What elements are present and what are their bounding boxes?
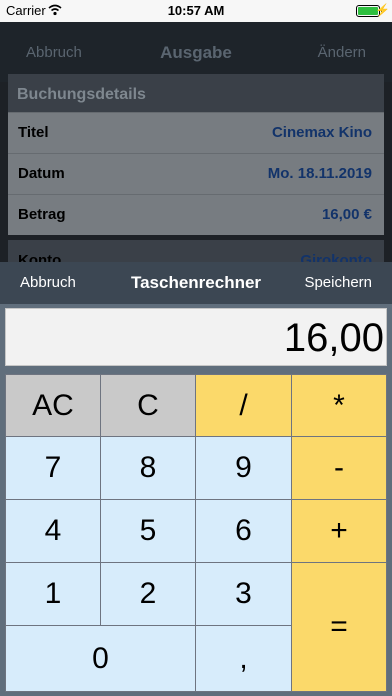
row-value: Mo. 18.11.2019 (267, 165, 372, 182)
detail-row-amount[interactable]: Betrag 16,00 € (8, 194, 384, 235)
row-value: Girokonto (300, 252, 372, 262)
divide-key[interactable]: / (195, 374, 292, 437)
calculator-display: 16,00 (5, 308, 387, 366)
charging-icon: ⚡ (375, 3, 390, 17)
detail-row-date[interactable]: Datum Mo. 18.11.2019 (8, 153, 384, 194)
calculator-save-button[interactable]: Speichern (304, 274, 372, 291)
row-value: 16,00 € (321, 206, 372, 223)
digit-1-key[interactable]: 1 (5, 562, 101, 626)
multiply-key[interactable]: * (291, 374, 387, 437)
digit-4-key[interactable]: 4 (5, 499, 101, 563)
digit-2-key[interactable]: 2 (100, 562, 196, 626)
equals-key[interactable]: = (291, 562, 387, 692)
digit-7-key[interactable]: 7 (5, 436, 101, 500)
clear-key[interactable]: C (100, 374, 196, 437)
detail-row-title[interactable]: Titel Cinemax Kino (8, 112, 384, 153)
clock: 10:57 AM (167, 3, 225, 18)
subtract-key[interactable]: - (291, 436, 387, 500)
status-bar: Carrier 10:57 AM ⚡ (0, 0, 392, 22)
row-label: Titel (18, 124, 49, 141)
decimal-comma-key[interactable]: , (195, 625, 292, 692)
calculator-toolbar: Abbruch Taschenrechner Speichern (0, 262, 392, 304)
digit-6-key[interactable]: 6 (195, 499, 292, 563)
keypad: AC C / * 7 8 9 - 4 5 6 + 1 2 3 = 0 , (5, 374, 387, 692)
nav-bar: Abbruch Ausgabe Ändern (0, 22, 392, 82)
digit-8-key[interactable]: 8 (100, 436, 196, 500)
digit-5-key[interactable]: 5 (100, 499, 196, 563)
detail-row-account[interactable]: Konto Girokonto (8, 240, 384, 262)
row-label: Betrag (18, 206, 66, 223)
section-header: Buchungsdetails (8, 74, 384, 112)
row-label: Datum (18, 165, 65, 182)
booking-details-section: Buchungsdetails Titel Cinemax Kino Datum… (8, 74, 384, 235)
all-clear-key[interactable]: AC (5, 374, 101, 437)
row-label: Konto (18, 252, 62, 262)
add-key[interactable]: + (291, 499, 387, 563)
nav-edit-button[interactable]: Ändern (318, 44, 366, 61)
digit-0-key[interactable]: 0 (5, 625, 196, 692)
row-value: Cinemax Kino (271, 124, 372, 141)
digit-3-key[interactable]: 3 (195, 562, 292, 626)
digit-9-key[interactable]: 9 (195, 436, 292, 500)
calculator-sheet: Abbruch Taschenrechner Speichern 16,00 A… (0, 262, 392, 696)
